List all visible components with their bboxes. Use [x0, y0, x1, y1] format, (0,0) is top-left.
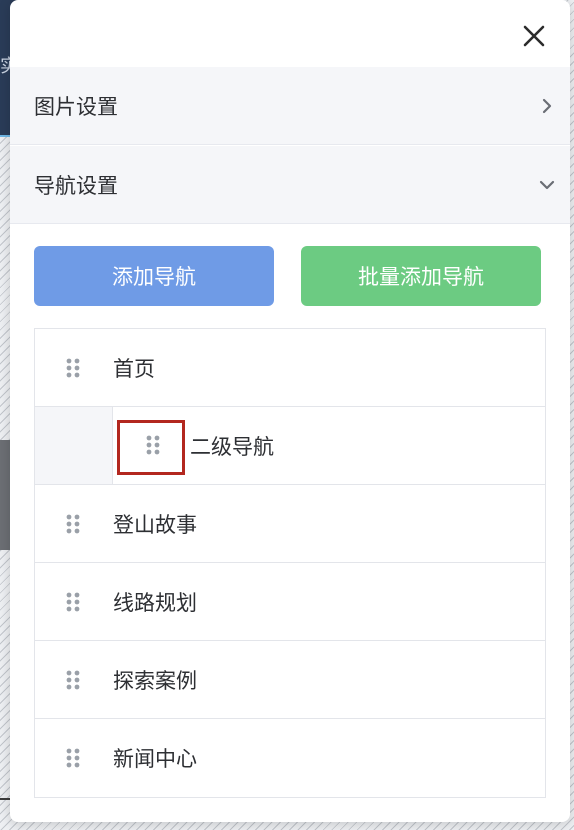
chevron-right-icon [542, 98, 552, 113]
nav-item-label: 新闻中心 [113, 747, 197, 771]
drag-handle-icon[interactable] [65, 357, 81, 379]
section-image-settings[interactable]: 图片设置 [10, 67, 570, 145]
nav-item-exploration-cases[interactable]: 探索案例 [35, 641, 545, 719]
nav-item-home[interactable]: 首页 [35, 329, 545, 407]
drag-handle-icon[interactable] [65, 513, 81, 535]
nav-list: 首页 二级导航 登山故事 线路规划 探索案例 新闻中心 [34, 328, 546, 798]
section-label: 导航设置 [34, 173, 118, 198]
settings-panel: 图片设置 导航设置 添加导航 批量添加导航 首页 二级导航 登山故事 线路规划 … [10, 0, 570, 822]
drag-handle-icon[interactable] [65, 669, 81, 691]
batch-add-nav-button[interactable]: 批量添加导航 [301, 246, 541, 306]
nav-item-label: 二级导航 [190, 434, 274, 459]
close-icon[interactable] [520, 22, 548, 50]
highlight-box [117, 420, 185, 475]
nav-item-label: 探索案例 [113, 668, 197, 693]
add-nav-button[interactable]: 添加导航 [34, 246, 274, 306]
nav-item-route-planning[interactable]: 线路规划 [35, 563, 545, 641]
nav-item-climbing-stories[interactable]: 登山故事 [35, 485, 545, 563]
drag-handle-icon[interactable] [65, 591, 81, 613]
indent-block [35, 407, 113, 484]
section-label: 图片设置 [34, 94, 118, 119]
nav-item-label: 登山故事 [113, 512, 197, 537]
nav-item-secondary[interactable]: 二级导航 [35, 407, 545, 485]
nav-item-news-center[interactable]: 新闻中心 [35, 719, 545, 797]
section-nav-settings[interactable]: 导航设置 [10, 146, 570, 224]
nav-item-label: 首页 [113, 356, 155, 381]
nav-item-label: 线路规划 [113, 590, 197, 615]
drag-handle-icon[interactable] [65, 747, 81, 769]
chevron-down-icon [539, 180, 555, 189]
